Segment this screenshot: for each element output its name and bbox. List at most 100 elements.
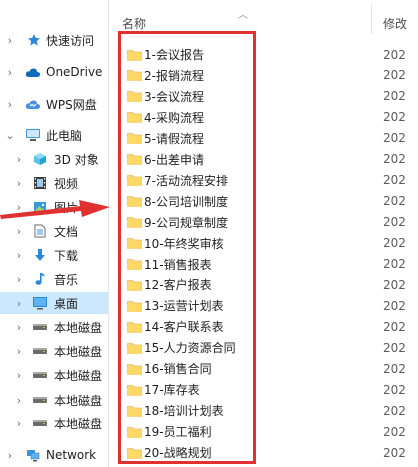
drive-icon [32,392,48,408]
music-icon [32,271,48,287]
folder-row[interactable]: 4-采购流程 202 [118,107,418,128]
chevron-right-icon[interactable]: › [14,177,24,190]
folder-name: 14-客户联系表 [144,320,224,335]
chevron-right-icon[interactable]: › [5,66,15,79]
drive-icon [32,367,48,383]
chevron-right-icon[interactable]: › [5,34,15,47]
cloud-icon [25,64,41,80]
sidebar-item-this-pc[interactable]: ⌄ 此电脑 [0,124,108,146]
folder-name: 4-采购流程 [144,110,204,125]
folder-icon [127,91,142,103]
chevron-right-icon[interactable]: › [14,153,24,166]
folder-row[interactable]: 12-客户报表 202 [118,274,418,295]
folder-row[interactable]: 6-出差申请 202 [118,149,418,170]
folder-icon [127,322,142,333]
sidebar-item-local-disk[interactable]: › 本地磁盘 [0,340,108,362]
sidebar-item-wps-cloud[interactable]: › WPS网盘 [0,93,108,115]
sidebar-item-label: WPS网盘 [46,97,97,112]
chevron-right-icon[interactable]: › [14,345,24,358]
folder-row[interactable]: 9-公司规章制度 202 [118,212,418,233]
chevron-right-icon[interactable]: › [14,297,24,310]
folder-row[interactable]: 5-请假流程 202 [118,128,418,149]
folder-name: 18-培训计划表 [144,404,224,419]
film-icon [32,175,48,191]
sidebar-item-label: 本地磁盘 [54,368,103,383]
folder-modified-date: 202 [383,361,406,376]
folder-row[interactable]: 11-销售报表 202 [118,254,418,275]
folder-row[interactable]: 14-客户联系表 202 [118,316,418,337]
chevron-right-icon[interactable]: › [5,98,15,111]
pane-divider[interactable] [108,0,109,467]
folder-modified-date: 202 [383,257,406,271]
folder-row[interactable]: 20-战略规划 202 [118,442,418,463]
folder-modified-date: 202 [383,131,406,146]
sidebar-item-onedrive[interactable]: › OneDrive [0,61,108,83]
sidebar-item-label: 本地磁盘 [54,416,103,431]
sidebar-item-label: 音乐 [54,272,79,287]
sidebar-item-quick-access[interactable]: › 快速访问 [0,29,108,51]
sidebar-item-music[interactable]: › 音乐 [0,268,108,290]
download-icon [32,247,48,263]
folder-modified-date: 202 [383,89,406,104]
chevron-down-icon[interactable]: ⌄ [5,129,15,142]
column-separator[interactable] [371,4,372,34]
chevron-right-icon[interactable]: › [14,369,24,382]
chevron-right-icon[interactable]: › [14,417,24,430]
sidebar-item-label: Network [46,448,97,462]
chevron-right-icon[interactable]: › [14,273,24,286]
folder-modified-date: 202 [383,382,406,397]
chevron-right-icon[interactable]: › [14,394,24,407]
folder-name: 20-战略规划 [144,446,212,461]
folder-row[interactable]: 2-报销流程 202 [118,65,418,86]
column-header-modified[interactable]: 修改 [383,10,407,36]
chevron-right-icon[interactable]: › [14,249,24,262]
chevron-right-icon[interactable]: › [5,449,15,462]
sidebar-item-local-disk[interactable]: › 本地磁盘 [0,316,108,338]
folder-icon [127,301,142,312]
sidebar-item-local-disk[interactable]: › 本地磁盘 [0,389,108,411]
folder-modified-date: 202 [383,340,406,355]
sort-ascending-icon: ︿ [238,10,248,21]
folder-name: 8-公司培训制度 [144,194,228,209]
sidebar-item-label: 3D 对象 [54,152,99,167]
folder-row[interactable]: 7-活动流程安排 202 [118,170,418,191]
folder-row[interactable]: 10-年终奖审核 202 [118,233,418,254]
folder-name: 12-客户报表 [144,278,212,293]
folder-icon [127,447,142,459]
folder-row[interactable]: 18-培训计划表 202 [118,400,418,421]
folder-icon [127,175,142,186]
folder-modified-date: 202 [383,403,406,418]
sidebar-item-videos[interactable]: › 视频 [0,172,108,194]
folder-icon [127,280,142,291]
sidebar-item-label: 本地磁盘 [54,320,103,335]
folder-name: 9-公司规章制度 [144,215,228,230]
column-header-name[interactable]: 名称 [122,10,146,36]
folder-row[interactable]: 3-会议流程 202 [118,86,418,107]
folder-row[interactable]: 1-会议报告 202 [118,44,418,65]
folder-row[interactable]: 16-销售合同 202 [118,358,418,379]
chevron-right-icon[interactable]: › [14,321,24,334]
folder-icon [127,196,142,207]
sidebar-item-downloads[interactable]: › 下载 [0,244,108,266]
sidebar-item-3d-objects[interactable]: › 3D 对象 [0,148,108,170]
sidebar-item-local-disk[interactable]: › 本地磁盘 [0,364,108,386]
sidebar-item-local-disk[interactable]: › 本地磁盘 [0,412,108,434]
folder-name: 5-请假流程 [144,131,204,146]
sidebar-item-desktop[interactable]: › 桌面 [0,292,108,314]
folder-row[interactable]: 17-库存表 202 [118,379,418,400]
chevron-right-icon[interactable]: › [14,225,24,238]
folder-row[interactable]: 8-公司培训制度 202 [118,191,418,212]
folder-icon [127,426,142,438]
column-header-label: 名称 [122,16,147,31]
folder-row[interactable]: 19-员工福利 202 [118,421,418,442]
folder-icon [127,363,142,375]
folder-row[interactable]: 13-运营计划表 202 [118,295,418,316]
folder-name: 13-运营计划表 [144,299,224,314]
sidebar-item-network[interactable]: › Network [0,444,108,466]
folder-icon [127,112,142,124]
folder-modified-date: 202 [383,277,406,292]
folder-modified-date: 202 [383,47,406,62]
drive-icon [32,415,48,431]
folder-row[interactable]: 15-人力资源合同 202 [118,337,418,358]
folder-icon [127,217,142,228]
